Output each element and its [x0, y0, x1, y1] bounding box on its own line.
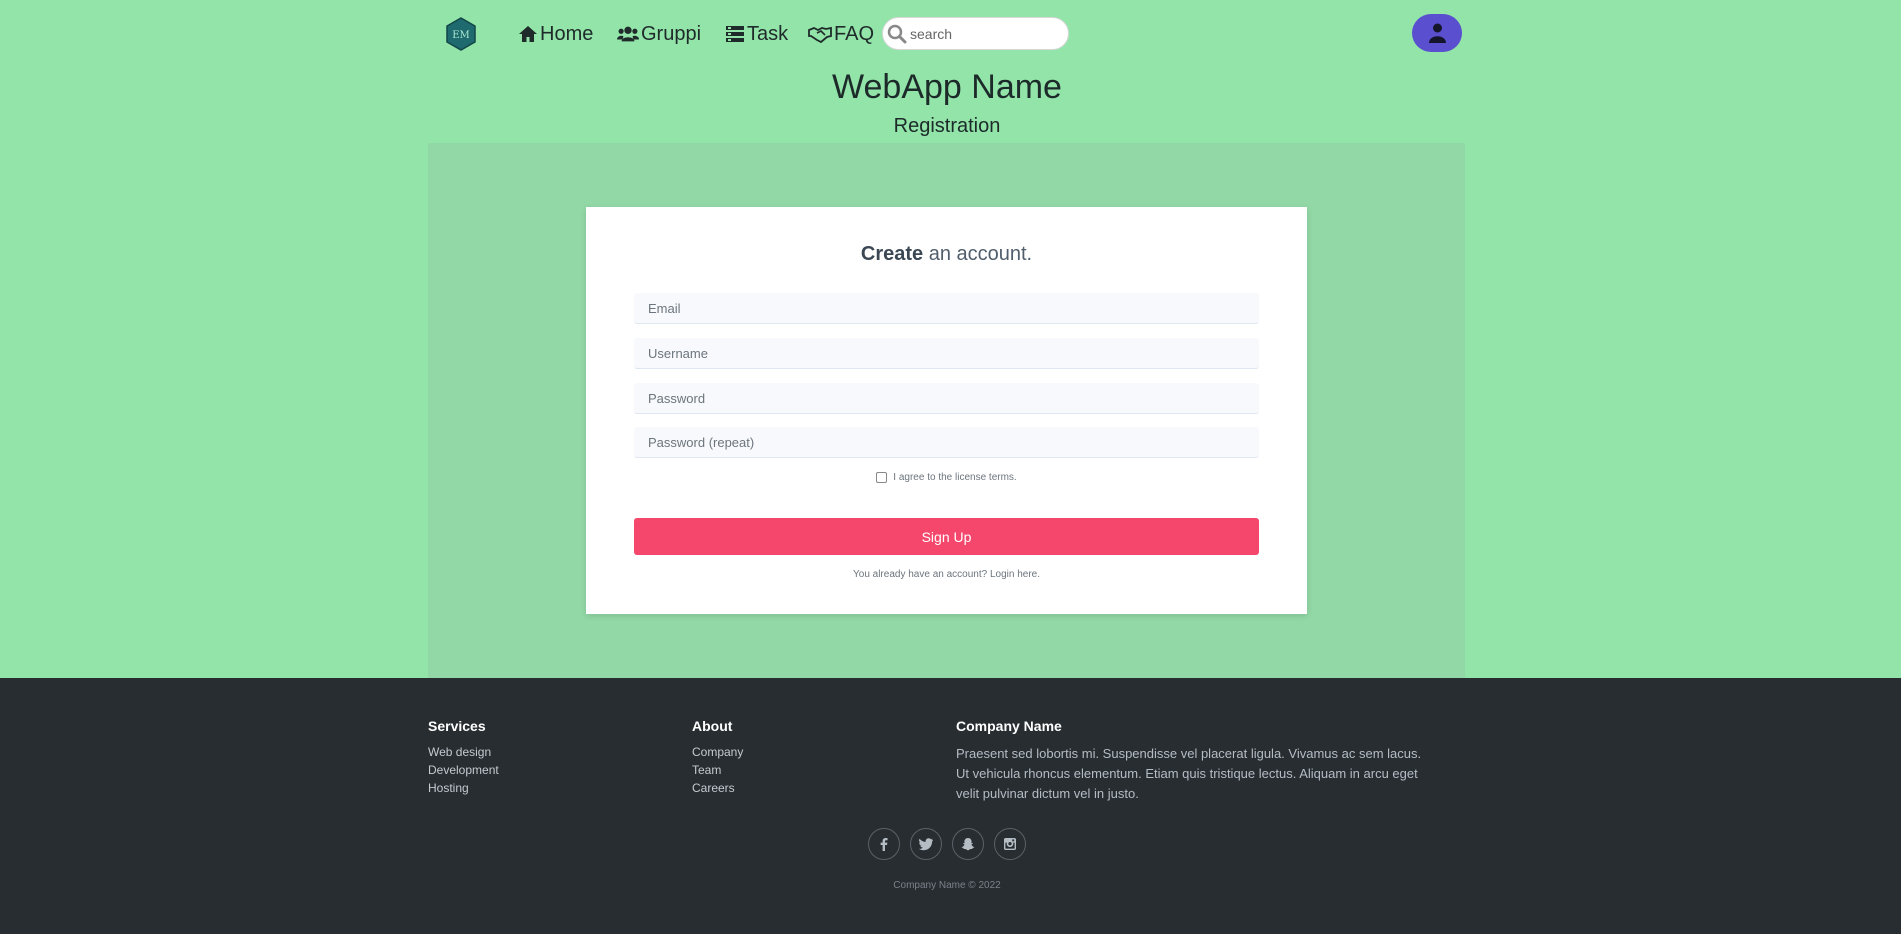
instagram-icon [1004, 838, 1016, 850]
nav-task-label: Task [747, 22, 789, 45]
page-subtitle: Registration [893, 115, 1001, 137]
snapchat-icon [961, 838, 975, 851]
email-field[interactable] [634, 293, 1259, 324]
search-input[interactable] [910, 24, 1060, 44]
social-links [868, 828, 1026, 860]
footer-about-list: Company Team Careers [692, 743, 743, 797]
username-field[interactable] [634, 338, 1259, 369]
registration-card: Create an account. I agree to the licens… [586, 207, 1307, 614]
twitter-icon [919, 838, 933, 851]
nav-faq-label: FAQ [834, 22, 875, 45]
license-checkbox[interactable] [876, 472, 888, 483]
license-label: I agree to the license terms. [893, 472, 1017, 483]
logo[interactable]: EM [445, 17, 477, 51]
app-title: WebApp Name [832, 68, 1062, 106]
snapchat-link[interactable] [952, 828, 984, 860]
home-icon [519, 26, 537, 42]
nav-gruppi-link[interactable]: Gruppi [617, 20, 701, 48]
tasks-icon [726, 26, 744, 42]
users-icon [617, 26, 639, 42]
nav-home-label: Home [540, 22, 594, 45]
handshake-icon [808, 26, 832, 44]
nav-task-link[interactable]: Task [725, 20, 788, 48]
password-field[interactable] [634, 383, 1259, 414]
twitter-link[interactable] [910, 828, 942, 860]
footer-company-text: Praesent sed lobortis mi. Suspendisse ve… [956, 746, 1422, 801]
form-title-rest: an account. [923, 243, 1033, 265]
footer-link-hosting[interactable]: Hosting [428, 779, 499, 797]
footer: Services Web design Development Hosting … [0, 678, 1901, 934]
sign-up-button[interactable]: Sign Up [634, 518, 1259, 555]
copyright: Company Name © 2022 [893, 880, 1001, 891]
facebook-icon [880, 838, 888, 851]
footer-link-web-design[interactable]: Web design [428, 743, 499, 761]
nav-home-link[interactable]: Home [518, 20, 593, 48]
user-icon [1428, 23, 1446, 43]
footer-about-title: About [692, 718, 733, 734]
footer-services-list: Web design Development Hosting [428, 743, 499, 797]
footer-link-company[interactable]: Company [692, 743, 743, 761]
footer-services-title: Services [428, 718, 486, 734]
search-box[interactable] [882, 17, 1069, 50]
facebook-link[interactable] [868, 828, 900, 860]
password-repeat-field[interactable] [634, 427, 1259, 458]
footer-link-development[interactable]: Development [428, 761, 499, 779]
instagram-link[interactable] [994, 828, 1026, 860]
svg-text:EM: EM [452, 30, 470, 41]
footer-link-careers[interactable]: Careers [692, 779, 743, 797]
form-title: Create an account. [586, 243, 1307, 266]
profile-button[interactable] [1412, 14, 1462, 52]
footer-company-title: Company Name [956, 718, 1062, 734]
license-agreement: I agree to the license terms. [586, 472, 1307, 483]
registration-panel: Create an account. I agree to the licens… [428, 143, 1465, 678]
nav-gruppi-label: Gruppi [641, 22, 702, 45]
footer-link-team[interactable]: Team [692, 761, 743, 779]
search-icon [887, 24, 907, 44]
nav-faq-link[interactable]: FAQ [808, 20, 874, 48]
top-navbar: EM Home Gruppi Task FAQ [0, 0, 1901, 66]
form-title-bold: Create [860, 243, 924, 265]
logo-hexagon-icon: EM [446, 17, 476, 51]
login-link[interactable]: You already have an account? Login here. [586, 569, 1307, 580]
